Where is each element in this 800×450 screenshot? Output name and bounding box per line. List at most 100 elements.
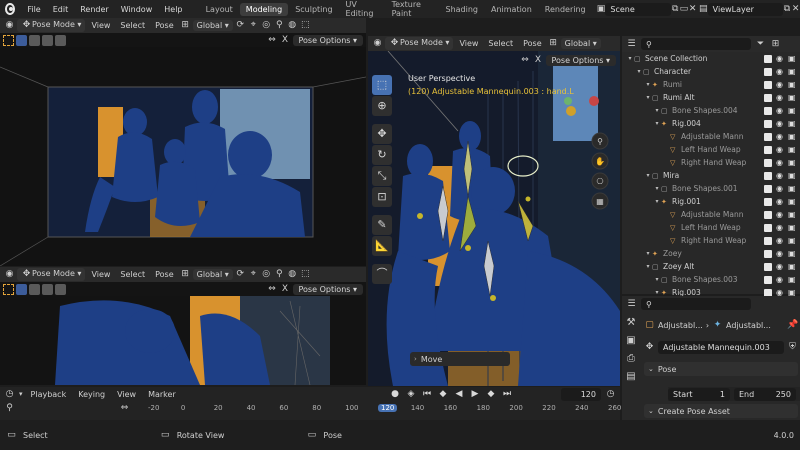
scene-delete-icon[interactable]: ✕ xyxy=(688,4,697,15)
mirror-icon[interactable]: ⇔ xyxy=(267,35,278,46)
expand-toggle-icon[interactable]: ▾ xyxy=(644,81,652,88)
expand-toggle-icon[interactable]: ▾ xyxy=(653,185,661,192)
search-icon[interactable]: ⚲ xyxy=(4,403,15,414)
render-camera-icon[interactable]: ▣ xyxy=(788,106,797,115)
view-layer-tab-icon[interactable]: ▤ xyxy=(622,368,640,386)
scale-tool-icon[interactable]: ⤡ xyxy=(372,166,392,186)
outliner-row[interactable]: ▽ Adjustable Mann ◉ ▣ xyxy=(622,208,800,221)
transform-tool-icon[interactable]: ⊡ xyxy=(372,187,392,207)
new-collection-icon[interactable]: ⊞ xyxy=(770,39,781,50)
visibility-eye-icon[interactable]: ◉ xyxy=(776,184,785,193)
exclude-checkbox[interactable] xyxy=(764,223,772,232)
gizmo-icon[interactable]: ⚲ xyxy=(274,20,285,31)
render-camera-icon[interactable]: ▣ xyxy=(788,67,797,76)
exclude-checkbox[interactable] xyxy=(764,275,772,284)
select-extend-icon[interactable] xyxy=(29,283,40,295)
expand-toggle-icon[interactable]: ▾ xyxy=(644,250,652,257)
overlay-icon[interactable]: ◍ xyxy=(287,20,298,31)
properties-search-input[interactable]: ⚲ xyxy=(641,298,751,310)
menu-edit[interactable]: Edit xyxy=(47,5,75,14)
scroll-icon[interactable]: ⇔ xyxy=(119,403,130,414)
visibility-eye-icon[interactable]: ◉ xyxy=(776,106,785,115)
render-camera-icon[interactable]: ▣ xyxy=(788,184,797,193)
end-frame-field[interactable]: End 250 xyxy=(734,387,796,401)
select-box-icon[interactable] xyxy=(3,283,14,295)
menu-pose[interactable]: Pose xyxy=(151,20,178,31)
menu-view[interactable]: View xyxy=(455,38,482,49)
menu-playback[interactable]: Playback xyxy=(27,390,71,399)
tab-uv-editing[interactable]: UV Editing xyxy=(340,0,385,20)
play-reverse-icon[interactable]: ◀ xyxy=(453,389,465,399)
exclude-checkbox[interactable] xyxy=(764,262,772,271)
render-camera-icon[interactable]: ▣ xyxy=(788,119,797,128)
select-intersect-icon[interactable] xyxy=(55,34,66,46)
menu-select[interactable]: Select xyxy=(116,20,149,31)
outliner-row[interactable]: ▽ Right Hand Weap ◉ ▣ xyxy=(622,156,800,169)
outliner-search-input[interactable]: ⚲ xyxy=(641,38,751,50)
visibility-eye-icon[interactable]: ◉ xyxy=(776,197,785,206)
filter-icon[interactable]: ⏷ xyxy=(755,39,766,50)
orientation-dropdown[interactable]: Global ▾ xyxy=(192,269,233,280)
render-camera-icon[interactable]: ▣ xyxy=(788,210,797,219)
visibility-eye-icon[interactable]: ◉ xyxy=(776,223,785,232)
viewport-bottom-left[interactable]: ◉ ✥ Pose Mode ▾ View Select Pose ⊞ Global… xyxy=(0,267,366,385)
exclude-checkbox[interactable] xyxy=(764,145,772,154)
select-intersect-icon[interactable] xyxy=(55,283,66,295)
expand-toggle-icon[interactable]: ▾ xyxy=(653,107,661,114)
render-camera-icon[interactable]: ▣ xyxy=(788,275,797,284)
outliner-row[interactable]: ▽ Left Hand Weap ◉ ▣ xyxy=(622,143,800,156)
exclude-checkbox[interactable] xyxy=(764,236,772,245)
record-icon[interactable]: ● xyxy=(389,389,401,399)
select-box-icon[interactable] xyxy=(3,34,14,46)
editor-type-icon[interactable]: ◉ xyxy=(4,269,15,280)
tab-sculpting[interactable]: Sculpting xyxy=(289,3,338,16)
expand-toggle-icon[interactable]: ▾ xyxy=(653,120,661,127)
snap-icon[interactable]: ⌖ xyxy=(248,269,259,280)
editor-type-icon[interactable]: ◉ xyxy=(372,38,383,49)
mode-dropdown[interactable]: ✥ Pose Mode ▾ xyxy=(17,268,86,281)
x-axis-toggle[interactable]: X xyxy=(280,284,291,295)
exclude-checkbox[interactable] xyxy=(764,158,772,167)
exclude-checkbox[interactable] xyxy=(764,119,772,128)
visibility-eye-icon[interactable]: ◉ xyxy=(776,80,785,89)
outliner-row[interactable]: ▾ ✦ Rig.004 ◉ ▣ xyxy=(622,117,800,130)
mode-dropdown[interactable]: ✥ Pose Mode ▾ xyxy=(17,19,86,32)
render-camera-icon[interactable]: ▣ xyxy=(788,145,797,154)
expand-toggle-icon[interactable]: ▾ xyxy=(653,276,661,283)
outliner-row[interactable]: ▾ ▢ Zoey Alt ◉ ▣ xyxy=(622,260,800,273)
outliner-editor-icon[interactable]: ☰ xyxy=(626,39,637,50)
menu-marker[interactable]: Marker xyxy=(144,390,180,399)
x-axis-toggle[interactable]: X xyxy=(280,35,291,46)
exclude-checkbox[interactable] xyxy=(764,67,772,76)
current-frame-field[interactable]: 120 xyxy=(561,387,601,401)
main-3d-viewport[interactable]: ◉ ✥ Pose Mode ▾ View Select Pose ⊞ Global… xyxy=(368,36,620,386)
tab-rendering[interactable]: Rendering xyxy=(539,3,592,16)
properties-editor-icon[interactable]: ☰ xyxy=(626,299,637,310)
expand-toggle-icon[interactable]: ▾ xyxy=(644,172,652,179)
gizmo-icon[interactable]: ⚲ xyxy=(274,269,285,280)
fake-user-shield-icon[interactable]: ⛨ xyxy=(787,342,798,353)
orientation-dropdown[interactable]: Global ▾ xyxy=(560,38,601,49)
pivot-icon[interactable]: ⟳ xyxy=(235,269,246,280)
exclude-checkbox[interactable] xyxy=(764,54,772,63)
mirror-icon[interactable]: ⇔ xyxy=(267,284,278,295)
blender-logo-icon[interactable] xyxy=(5,3,16,15)
exclude-checkbox[interactable] xyxy=(764,197,772,206)
expand-toggle-icon[interactable]: ▾ xyxy=(626,55,634,62)
visibility-eye-icon[interactable]: ◉ xyxy=(776,275,785,284)
visibility-eye-icon[interactable]: ◉ xyxy=(776,158,785,167)
render-camera-icon[interactable]: ▣ xyxy=(788,197,797,206)
view-layer-field[interactable]: ViewLayer xyxy=(707,2,783,16)
outliner-row[interactable]: ▾ ▢ Scene Collection ◉ ▣ xyxy=(622,52,800,65)
camera-viewport-top-left[interactable]: ◉ ✥ Pose Mode ▾ View Select Pose ⊞ Global… xyxy=(0,18,366,266)
editor-type-icon[interactable]: ◉ xyxy=(4,20,15,31)
render-camera-icon[interactable]: ▣ xyxy=(788,80,797,89)
view-layer-browse-icon[interactable]: ⧉ xyxy=(783,4,792,15)
menu-view[interactable]: View xyxy=(87,20,114,31)
mirror-icon[interactable]: ⇔ xyxy=(520,55,531,66)
outliner-row[interactable]: ▾ ▢ Bone Shapes.003 ◉ ▣ xyxy=(622,273,800,286)
outliner-row[interactable]: ▾ ✦ Rumi ◉ ▣ xyxy=(622,78,800,91)
visibility-eye-icon[interactable]: ◉ xyxy=(776,119,785,128)
visibility-eye-icon[interactable]: ◉ xyxy=(776,132,785,141)
render-camera-icon[interactable]: ▣ xyxy=(788,223,797,232)
